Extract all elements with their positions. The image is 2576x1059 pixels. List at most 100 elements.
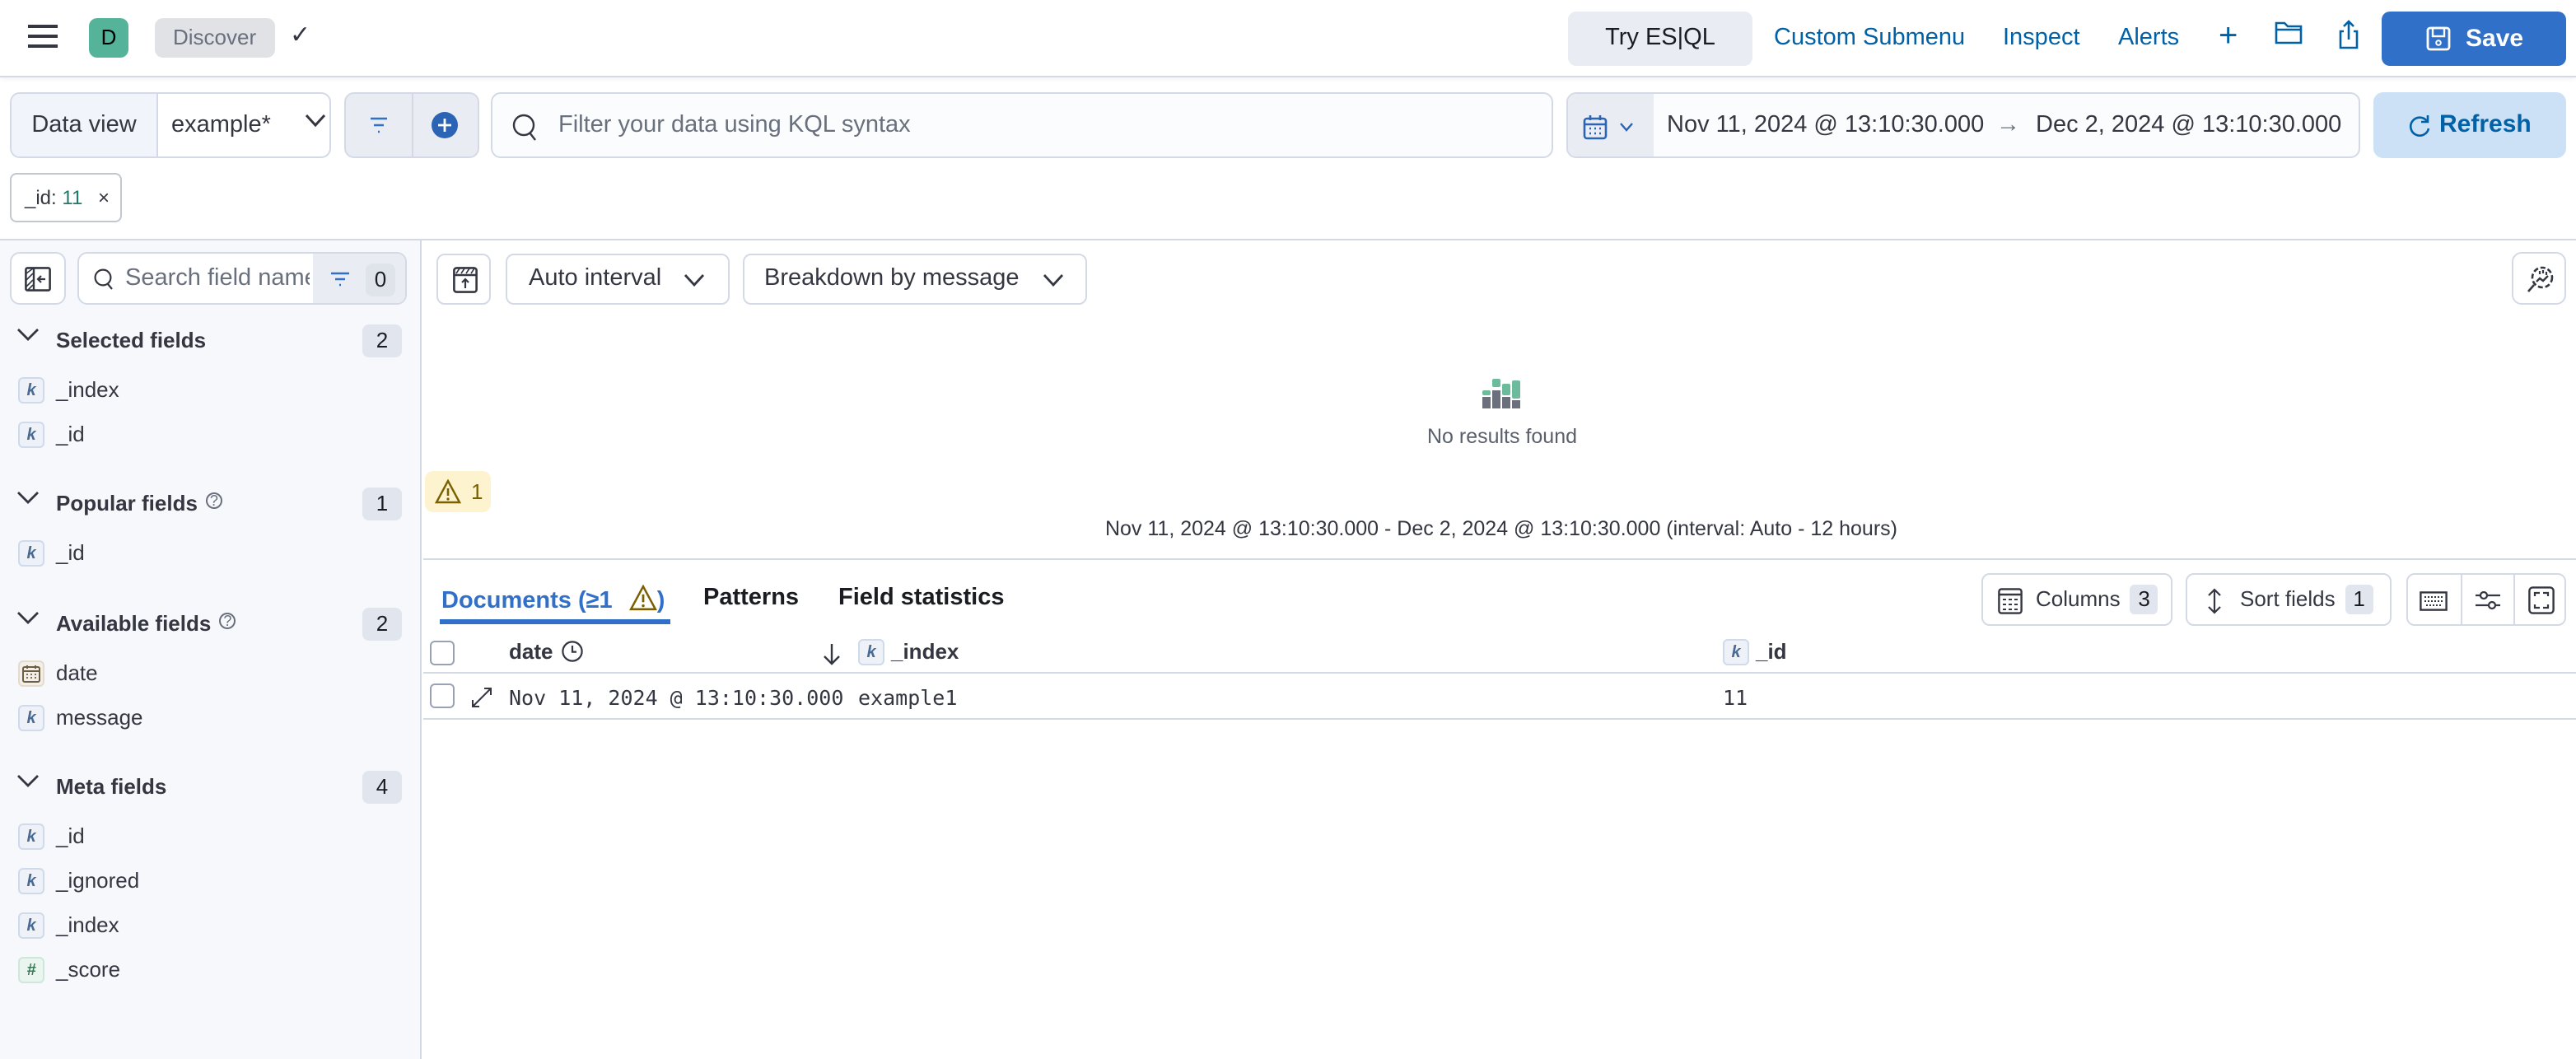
field-item[interactable]: k _index xyxy=(18,377,397,407)
display-settings-icon[interactable] xyxy=(2476,590,2500,611)
columns-count: 3 xyxy=(2130,585,2158,614)
space-avatar[interactable]: D xyxy=(89,18,128,58)
field-item[interactable]: date xyxy=(18,660,397,690)
keyword-type-icon: k xyxy=(18,705,44,731)
divider xyxy=(423,672,2576,674)
quick-menu-button[interactable] xyxy=(1568,94,1654,156)
row-checkbox[interactable] xyxy=(430,683,455,708)
cell-id: 11 xyxy=(1723,685,1748,710)
add-filter-icon[interactable] xyxy=(432,112,458,138)
column-header-index[interactable]: k _index xyxy=(858,639,1352,669)
field-item[interactable]: k _id xyxy=(18,540,397,570)
fullscreen-icon[interactable] xyxy=(2528,586,2555,614)
keyword-type-icon: k xyxy=(18,422,44,448)
section-header[interactable]: Selected fields 2 xyxy=(16,324,402,357)
field-name: _index xyxy=(56,912,119,937)
no-results-text: No results found xyxy=(1426,425,1578,448)
select-all-checkbox[interactable] xyxy=(430,641,455,665)
breakdown-label: Breakdown by message xyxy=(764,265,1020,292)
warning-badge[interactable]: 1 xyxy=(425,471,491,512)
interval-label: Auto interval xyxy=(529,265,662,292)
start-date[interactable]: Nov 11, 2024 @ 13:10:30.000 xyxy=(1667,112,1984,138)
help-icon[interactable]: ? xyxy=(205,492,222,509)
keyboard-icon[interactable] xyxy=(2420,591,2448,611)
field-search-input[interactable] xyxy=(122,264,313,293)
chart-empty-icon xyxy=(1481,376,1524,417)
field-name: _id xyxy=(56,540,85,565)
chevron-down-icon xyxy=(684,274,705,287)
filter-buttons xyxy=(344,92,479,158)
tab-documents-label: Documents (≥1 xyxy=(441,588,613,614)
remove-filter-icon[interactable]: × xyxy=(98,186,110,209)
help-icon[interactable]: ? xyxy=(219,613,236,629)
sort-descending-icon[interactable] xyxy=(822,642,842,665)
field-item[interactable]: k _index xyxy=(18,912,397,942)
save-label: Save xyxy=(2466,25,2524,53)
collapse-sidebar-button[interactable] xyxy=(10,252,66,305)
section-count-badge: 2 xyxy=(362,324,402,357)
field-name: _id xyxy=(56,422,85,446)
field-item[interactable]: k _ignored xyxy=(18,868,397,898)
try-esql-button[interactable]: Try ES|QL xyxy=(1568,12,1752,66)
open-folder-icon[interactable] xyxy=(2275,20,2304,54)
collapse-left-icon xyxy=(25,267,51,292)
chevron-down-icon xyxy=(1043,274,1064,287)
filter-menu-icon[interactable] xyxy=(369,117,389,133)
checkmark-icon: ✓ xyxy=(290,21,311,49)
column-header-id[interactable]: k _id xyxy=(1723,639,2217,669)
tab-patterns[interactable]: Patterns xyxy=(703,585,799,611)
sort-fields-button[interactable]: Sort fields 1 xyxy=(2186,573,2392,626)
menu-icon[interactable] xyxy=(28,25,58,48)
filter-pill[interactable]: _id: 11 × xyxy=(10,173,122,222)
visualize-icon xyxy=(2527,266,2554,292)
custom-submenu-link[interactable]: Custom Submenu xyxy=(1774,25,1965,51)
field-name: _score xyxy=(56,957,121,982)
field-search: 0 xyxy=(77,252,407,305)
columns-label: Columns xyxy=(2036,586,2121,611)
expand-row-icon[interactable] xyxy=(471,687,492,708)
inspect-link[interactable]: Inspect xyxy=(2003,25,2080,51)
breadcrumb-discover[interactable]: Discover xyxy=(155,18,275,58)
clock-icon xyxy=(562,641,584,662)
end-date[interactable]: Dec 2, 2024 @ 13:10:30.000 xyxy=(2036,112,2341,138)
share-icon[interactable] xyxy=(2337,20,2360,58)
field-item[interactable]: # _score xyxy=(18,957,397,987)
filter-icon xyxy=(331,272,349,287)
chevron-down-icon xyxy=(1620,123,1633,132)
save-icon xyxy=(2426,26,2451,51)
tab-field-statistics[interactable]: Field statistics xyxy=(838,585,1004,611)
data-view-value[interactable]: example* xyxy=(171,94,271,156)
interval-select[interactable]: Auto interval xyxy=(506,254,730,305)
section-header[interactable]: Available fields? 2 xyxy=(16,608,402,641)
refresh-label: Refresh xyxy=(2439,110,2532,138)
kql-input[interactable] xyxy=(555,107,1527,143)
new-icon[interactable]: + xyxy=(2219,18,2238,56)
breakdown-select[interactable]: Breakdown by message xyxy=(743,254,1087,305)
field-item[interactable]: k _id xyxy=(18,823,397,853)
data-view-label: Data view xyxy=(12,94,158,156)
field-name: date xyxy=(56,660,98,685)
tab-documents[interactable]: Documents (≥1 ) xyxy=(441,584,665,614)
data-view-picker[interactable]: Data view example* xyxy=(10,92,331,158)
section-count-badge: 1 xyxy=(362,488,402,520)
warning-icon xyxy=(435,479,461,504)
field-item[interactable]: k message xyxy=(18,705,397,735)
section-header[interactable]: Popular fields? 1 xyxy=(16,488,402,520)
refresh-icon xyxy=(2409,115,2430,137)
chevron-down-icon xyxy=(305,114,326,128)
ai-assistant-button[interactable] xyxy=(2512,252,2566,305)
refresh-button[interactable]: Refresh xyxy=(2373,92,2566,158)
section-count-badge: 4 xyxy=(362,771,402,804)
section-header[interactable]: Meta fields 4 xyxy=(16,771,402,804)
toggle-chart-button[interactable] xyxy=(436,254,491,305)
save-button[interactable]: Save xyxy=(2382,12,2566,66)
divider xyxy=(423,718,2576,720)
alerts-link[interactable]: Alerts xyxy=(2118,25,2179,51)
column-header-date[interactable]: date xyxy=(509,639,584,664)
filter-field: _id: xyxy=(25,186,57,209)
field-item[interactable]: k _id xyxy=(18,422,397,451)
columns-button[interactable]: Columns 3 xyxy=(1981,573,2172,626)
field-filter-button[interactable]: 0 xyxy=(313,254,405,303)
sort-label: Sort fields xyxy=(2240,586,2336,611)
date-type-icon xyxy=(18,660,44,687)
